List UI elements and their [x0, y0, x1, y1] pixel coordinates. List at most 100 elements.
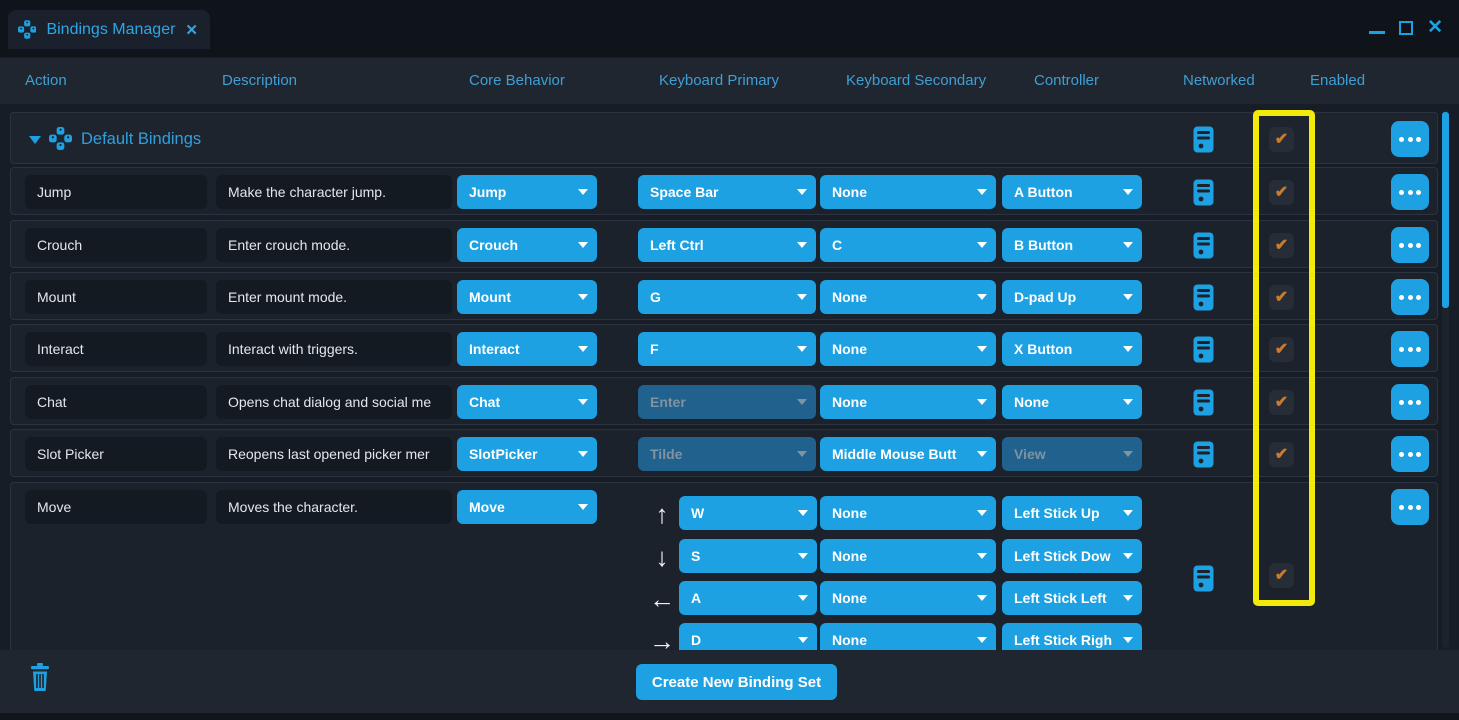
description-input[interactable] — [216, 175, 452, 209]
window-close-icon[interactable]: ✕ — [1427, 17, 1443, 39]
tab-bindings-manager[interactable]: Bindings Manager ✕ — [8, 10, 210, 49]
action-input[interactable] — [25, 280, 207, 314]
row-options-button[interactable] — [1391, 436, 1429, 472]
controller-dropdown[interactable]: View — [1002, 437, 1142, 471]
binding-row-crouch: Crouch Left CtrlCB Button ✔ — [10, 220, 1438, 268]
move-down-controller-dropdown[interactable]: Left Stick Dow — [1002, 539, 1142, 573]
description-input[interactable] — [216, 228, 452, 262]
row-options-button[interactable] — [1391, 279, 1429, 315]
move-up-controller-dropdown[interactable]: Left Stick Up — [1002, 496, 1142, 530]
core-behavior-dropdown[interactable]: Chat — [457, 385, 597, 419]
enabled-checkbox[interactable]: ✔ — [1269, 233, 1294, 258]
move-left-controller-dropdown[interactable]: Left Stick Left — [1002, 581, 1142, 615]
controller-dropdown[interactable]: None — [1002, 385, 1142, 419]
move-up-secondary-dropdown[interactable]: None — [820, 496, 996, 530]
action-input[interactable] — [25, 228, 207, 262]
controller-dropdown[interactable]: D-pad Up — [1002, 280, 1142, 314]
move-down-secondary-dropdown[interactable]: None — [820, 539, 996, 573]
binding-row-mount: Mount GNoneD-pad Up ✔ — [10, 272, 1438, 320]
scrollbar-thumb[interactable] — [1442, 112, 1449, 308]
keyboard-primary-dropdown[interactable]: Tilde — [638, 437, 816, 471]
move-down-key-dropdown[interactable]: S — [679, 539, 817, 573]
networked-server-icon — [1193, 232, 1214, 259]
ellipsis-dot — [1416, 243, 1421, 248]
core-behavior-dropdown[interactable]: Jump — [457, 175, 597, 209]
column-header-keyboard-primary: Keyboard Primary — [659, 58, 779, 104]
ellipsis-dot — [1408, 400, 1413, 405]
description-input[interactable] — [216, 332, 452, 366]
move-up-key-dropdown[interactable]: W — [679, 496, 817, 530]
keyboard-primary-dropdown[interactable]: Left Ctrl — [638, 228, 816, 262]
row-options-button[interactable] — [1391, 489, 1429, 525]
enabled-checkbox[interactable]: ✔ — [1269, 337, 1294, 362]
chevron-down-icon — [797, 189, 807, 195]
controller-dropdown-value: None — [1014, 394, 1118, 410]
maximize-icon[interactable] — [1399, 21, 1413, 35]
ellipsis-dot — [1399, 295, 1404, 300]
row-options-button[interactable] — [1391, 384, 1429, 420]
keyboard-primary-dropdown[interactable]: G — [638, 280, 816, 314]
move-left-secondary-dropdown[interactable]: None — [820, 581, 996, 615]
chevron-down-icon — [1123, 553, 1133, 559]
description-input[interactable] — [216, 437, 452, 471]
delete-binding-set-button[interactable] — [29, 663, 51, 691]
controller-dropdown[interactable]: X Button — [1002, 332, 1142, 366]
action-input[interactable] — [25, 175, 207, 209]
row-options-button[interactable] — [1391, 227, 1429, 263]
controller-dropdown[interactable]: A Button — [1002, 175, 1142, 209]
checkmark-icon: ✔ — [1275, 342, 1288, 358]
enabled-checkbox[interactable]: ✔ — [1269, 285, 1294, 310]
action-input[interactable] — [25, 490, 207, 524]
keyboard-secondary-dropdown[interactable]: None — [820, 332, 996, 366]
action-input[interactable] — [25, 385, 207, 419]
chevron-down-icon — [797, 451, 807, 457]
keyboard-primary-dropdown-value: F — [650, 341, 792, 357]
core-behavior-dropdown[interactable]: SlotPicker — [457, 437, 597, 471]
core-behavior-dropdown[interactable]: Mount — [457, 280, 597, 314]
description-input[interactable] — [216, 490, 452, 524]
checkmark-icon: ✔ — [1275, 568, 1288, 584]
tab-close-icon[interactable]: ✕ — [185, 21, 198, 39]
controller-dropdown-value: View — [1014, 446, 1118, 462]
ellipsis-dot — [1408, 190, 1413, 195]
row-options-button[interactable] — [1391, 331, 1429, 367]
keyboard-secondary-dropdown[interactable]: C — [820, 228, 996, 262]
chevron-down-icon — [797, 294, 807, 300]
chevron-down-icon — [977, 637, 987, 643]
ellipsis-dot — [1399, 243, 1404, 248]
row-options-button[interactable] — [1391, 174, 1429, 210]
chevron-down-icon — [977, 189, 987, 195]
enabled-checkbox[interactable]: ✔ — [1269, 390, 1294, 415]
chevron-down-icon — [797, 346, 807, 352]
create-new-binding-set-button[interactable]: Create New Binding Set — [636, 664, 837, 700]
keyboard-secondary-dropdown[interactable]: None — [820, 385, 996, 419]
chevron-down-icon — [578, 504, 588, 510]
action-input[interactable] — [25, 437, 207, 471]
description-input[interactable] — [216, 280, 452, 314]
collapse-expander-icon[interactable] — [29, 136, 41, 144]
keyboard-secondary-dropdown[interactable]: Middle Mouse Butt — [820, 437, 996, 471]
chevron-down-icon — [578, 346, 588, 352]
keyboard-primary-dropdown[interactable]: F — [638, 332, 816, 366]
controller-dropdown[interactable]: B Button — [1002, 228, 1142, 262]
move-left-key-dropdown[interactable]: A — [679, 581, 817, 615]
row-options-button[interactable] — [1391, 121, 1429, 157]
core-behavior-dropdown[interactable]: Crouch — [457, 228, 597, 262]
keyboard-secondary-dropdown[interactable]: None — [820, 280, 996, 314]
keyboard-secondary-dropdown-value: None — [832, 184, 972, 200]
core-behavior-dropdown[interactable]: Interact — [457, 332, 597, 366]
action-input[interactable] — [25, 332, 207, 366]
minimize-icon[interactable] — [1369, 31, 1385, 34]
enabled-checkbox[interactable]: ✔ — [1269, 127, 1294, 152]
core-behavior-dropdown[interactable]: Move — [457, 490, 597, 524]
enabled-checkbox[interactable]: ✔ — [1269, 442, 1294, 467]
enabled-checkbox[interactable]: ✔ — [1269, 180, 1294, 205]
chevron-down-icon — [797, 242, 807, 248]
enabled-checkbox[interactable]: ✔ — [1269, 563, 1294, 588]
group-label: Default Bindings — [81, 113, 201, 165]
keyboard-primary-dropdown[interactable]: Space Bar — [638, 175, 816, 209]
chevron-down-icon — [1123, 189, 1133, 195]
keyboard-secondary-dropdown[interactable]: None — [820, 175, 996, 209]
description-input[interactable] — [216, 385, 452, 419]
keyboard-primary-dropdown[interactable]: Enter — [638, 385, 816, 419]
